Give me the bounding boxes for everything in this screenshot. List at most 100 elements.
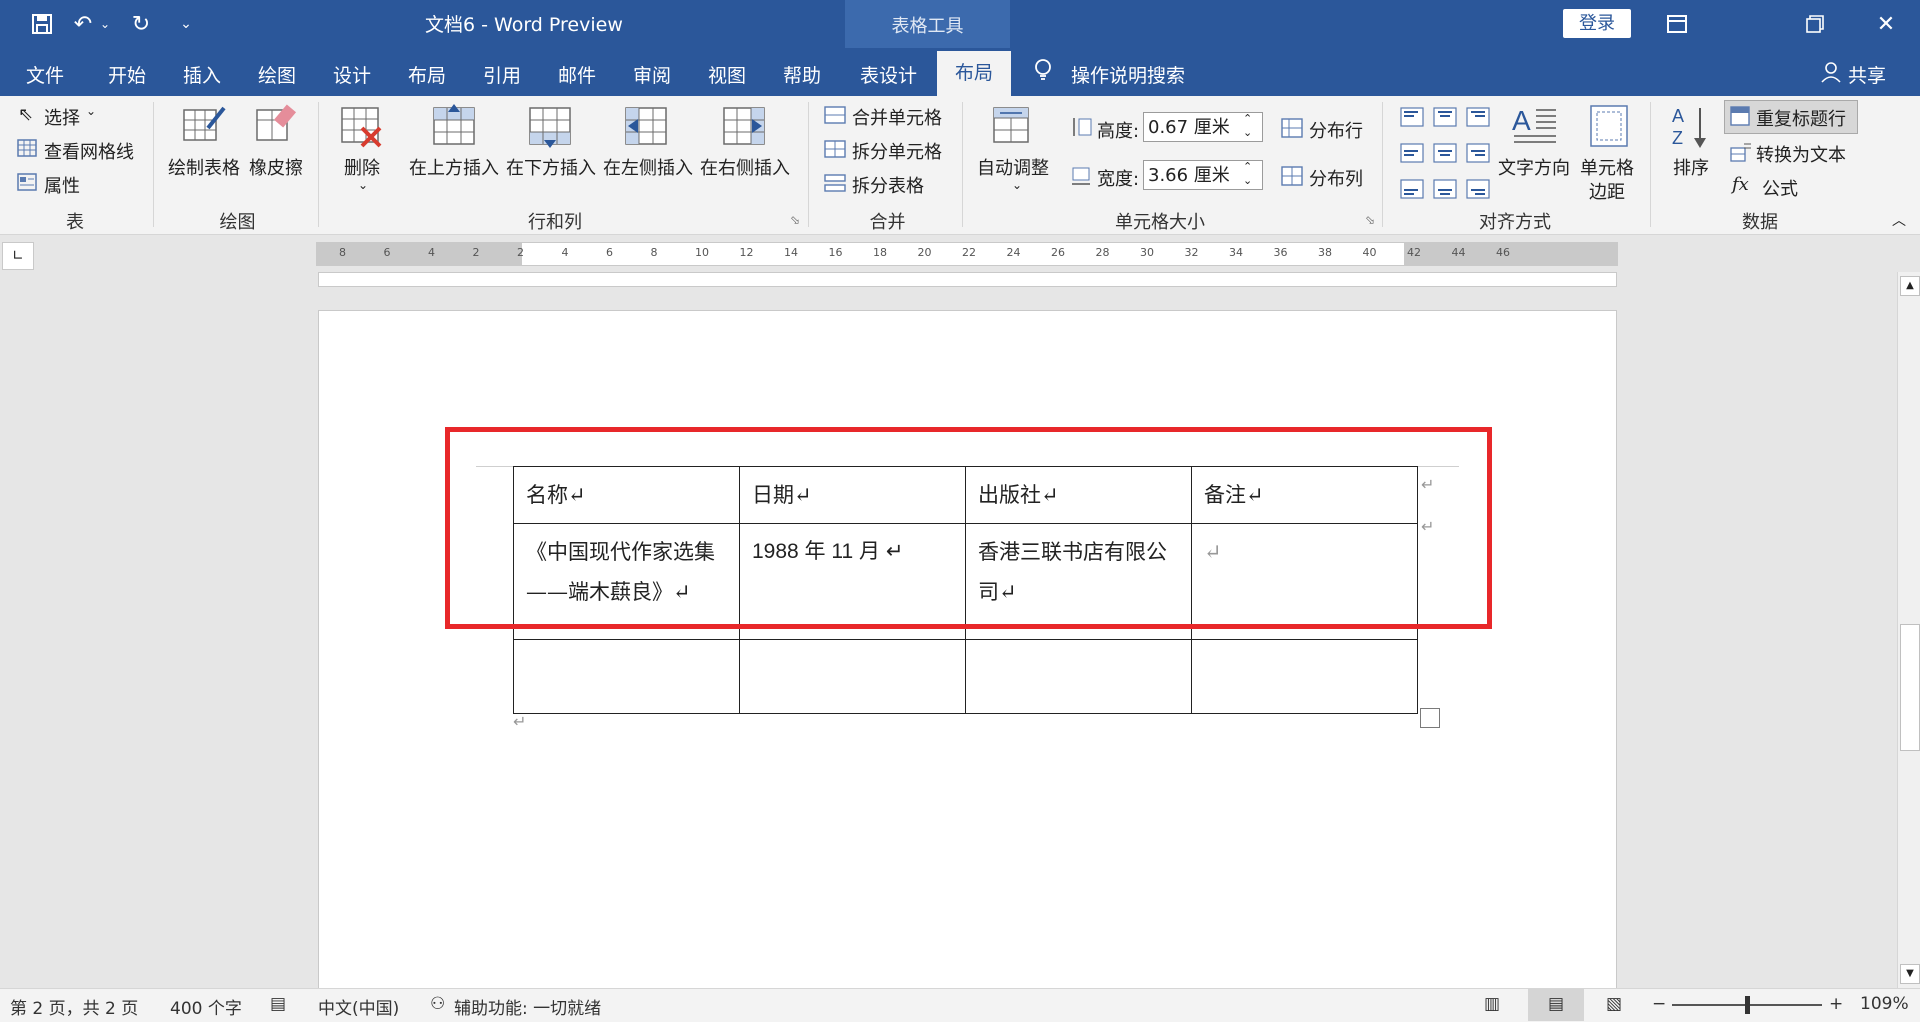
distribute-cols-icon [1281,166,1303,191]
tab-design[interactable]: 设计 [333,61,371,88]
properties-icon [17,173,37,196]
tab-home[interactable]: 开始 [108,61,146,88]
scroll-thumb[interactable] [1900,624,1920,751]
cell-margins-button-line2[interactable]: 边距 [1589,178,1625,204]
sort-icon: AZ [1670,104,1714,148]
ribbon-display-options-icon[interactable] [1647,4,1707,44]
tab-table-layout[interactable]: 布局 [937,51,1011,96]
merge-cells-button[interactable]: 合并单元格 [852,104,942,130]
group-separator [1382,102,1383,227]
scroll-up-icon[interactable]: ▲ [1900,276,1920,296]
table-cell[interactable] [965,639,1192,714]
autofit-dropdown-icon[interactable]: ⌄ [1012,178,1022,192]
properties-button[interactable]: 属性 [44,172,80,198]
tab-insert[interactable]: 插入 [183,61,221,88]
svg-text:Z: Z [1672,128,1683,148]
tab-view[interactable]: 视图 [708,61,746,88]
read-mode-icon[interactable]: ▥ [1484,994,1500,1014]
distribute-rows-button[interactable]: 分布行 [1309,117,1363,143]
login-button[interactable]: 登录 [1563,9,1631,38]
tab-mailings[interactable]: 邮件 [558,61,596,88]
tab-review[interactable]: 审阅 [633,61,671,88]
cell-margins-button-line1[interactable]: 单元格 [1580,154,1634,180]
ruler-tick-label: 2 [472,246,480,259]
rows-cols-launcher-icon[interactable]: ⬂ [790,213,800,227]
web-layout-icon[interactable]: ▧ [1606,994,1622,1014]
tab-references[interactable]: 引用 [483,61,521,88]
view-gridlines-button[interactable]: 查看网格线 [44,138,134,164]
customize-qat-icon[interactable]: ⌄ [176,8,196,40]
table-cell[interactable] [513,639,740,714]
text-direction-button[interactable]: 文字方向 [1498,154,1570,180]
close-icon[interactable]: ✕ [1856,4,1916,44]
scroll-down-icon[interactable]: ▼ [1900,964,1920,984]
zoom-slider-thumb[interactable] [1745,996,1750,1014]
select-button[interactable]: 选择 [44,104,80,130]
insert-left-button[interactable]: 在左侧插入 [603,154,693,180]
print-layout-icon: ▤ [1548,994,1565,1014]
width-spinner-icon[interactable]: ⌃ ⌄ [1243,160,1252,188]
tab-layout-doc[interactable]: 布局 [408,61,446,88]
split-cells-button[interactable]: 拆分单元格 [852,138,942,164]
insert-below-button[interactable]: 在下方插入 [506,154,596,180]
previous-page-bottom [318,272,1617,287]
tab-draw[interactable]: 绘图 [258,61,296,88]
save-icon[interactable] [26,8,58,40]
collapse-ribbon-icon[interactable]: ︿ [1892,210,1906,230]
delete-button[interactable]: 删除 [344,154,380,180]
tab-help[interactable]: 帮助 [783,61,821,88]
share-button[interactable]: 共享 [1848,61,1886,88]
eraser-button[interactable]: 橡皮擦 [249,154,303,180]
ruler-tick-label: 44 [1451,246,1466,259]
undo-icon[interactable]: ↶ [68,8,98,40]
insert-right-button[interactable]: 在右侧插入 [700,154,790,180]
delete-dropdown-icon[interactable]: ⌄ [358,178,368,192]
redo-icon[interactable]: ↻ [126,8,156,40]
select-dropdown-icon[interactable]: ⌄ [86,104,96,118]
split-table-button[interactable]: 拆分表格 [852,172,924,198]
draw-table-button[interactable]: 绘制表格 [168,154,240,180]
restore-icon[interactable] [1785,4,1845,44]
highlight-annotation [445,427,1492,629]
tab-table-design[interactable]: 表设计 [860,61,917,88]
autofit-button[interactable]: 自动调整 [977,154,1049,180]
sort-button[interactable]: 排序 [1673,154,1709,180]
ruler-tick-label: 46 [1496,246,1510,259]
table-cell[interactable] [1191,639,1418,714]
cell-size-launcher-icon[interactable]: ⬂ [1365,213,1375,227]
ruler-tick-label: 14 [784,246,798,259]
repeat-header-button[interactable]: 重复标题行 [1756,105,1846,131]
tab-file[interactable]: 文件 [26,61,64,88]
paragraph-mark: ↵ [513,712,527,731]
accessibility-status[interactable]: 辅助功能: 一切就绪 [454,994,601,1019]
zoom-in-icon[interactable]: + [1829,994,1843,1014]
zoom-level[interactable]: 109% [1860,994,1909,1014]
word-count[interactable]: 400 个字 [170,994,242,1019]
tab-stop-selector[interactable]: ∟ [2,242,34,270]
convert-to-text-button[interactable]: 转换为文本 [1756,141,1846,167]
zoom-out-icon[interactable]: − [1652,994,1666,1014]
document-title: 文档6 - Word Preview [425,14,623,36]
proofing-icon[interactable]: ▤ [270,994,286,1014]
horizontal-ruler[interactable]: 8 6 4 2 2 4 6 8 10 12 14 16 18 20 22 24 26 28 30 32 34 36 38 40… [316,242,1618,266]
formula-button[interactable]: 公式 [1762,175,1798,201]
height-spinner-icon[interactable]: ⌃ ⌄ [1243,112,1252,140]
group-label-data: 数据 [1742,212,1778,233]
align-grid [1400,106,1492,207]
insert-above-button[interactable]: 在上方插入 [409,154,499,180]
group-separator [1650,102,1651,227]
distribute-cols-button[interactable]: 分布列 [1309,165,1363,191]
vertical-scrollbar[interactable]: ▲ ▼ [1897,272,1920,988]
table-cell[interactable] [739,639,966,714]
language[interactable]: 中文(中国) [318,994,399,1019]
page-count[interactable]: 第 2 页，共 2 页 [10,994,138,1019]
cell-margins-icon [1589,104,1633,147]
height-label: 高度: [1097,121,1140,142]
distribute-rows-icon [1281,118,1303,143]
table-resize-handle[interactable] [1420,708,1440,728]
status-bar [0,988,1920,1022]
undo-dropdown-icon[interactable]: ⌄ [98,8,112,40]
ruler-tick-label: 8 [650,246,658,259]
tell-me-search[interactable]: 操作说明搜索 [1071,61,1185,88]
draw-table-icon [182,104,226,144]
